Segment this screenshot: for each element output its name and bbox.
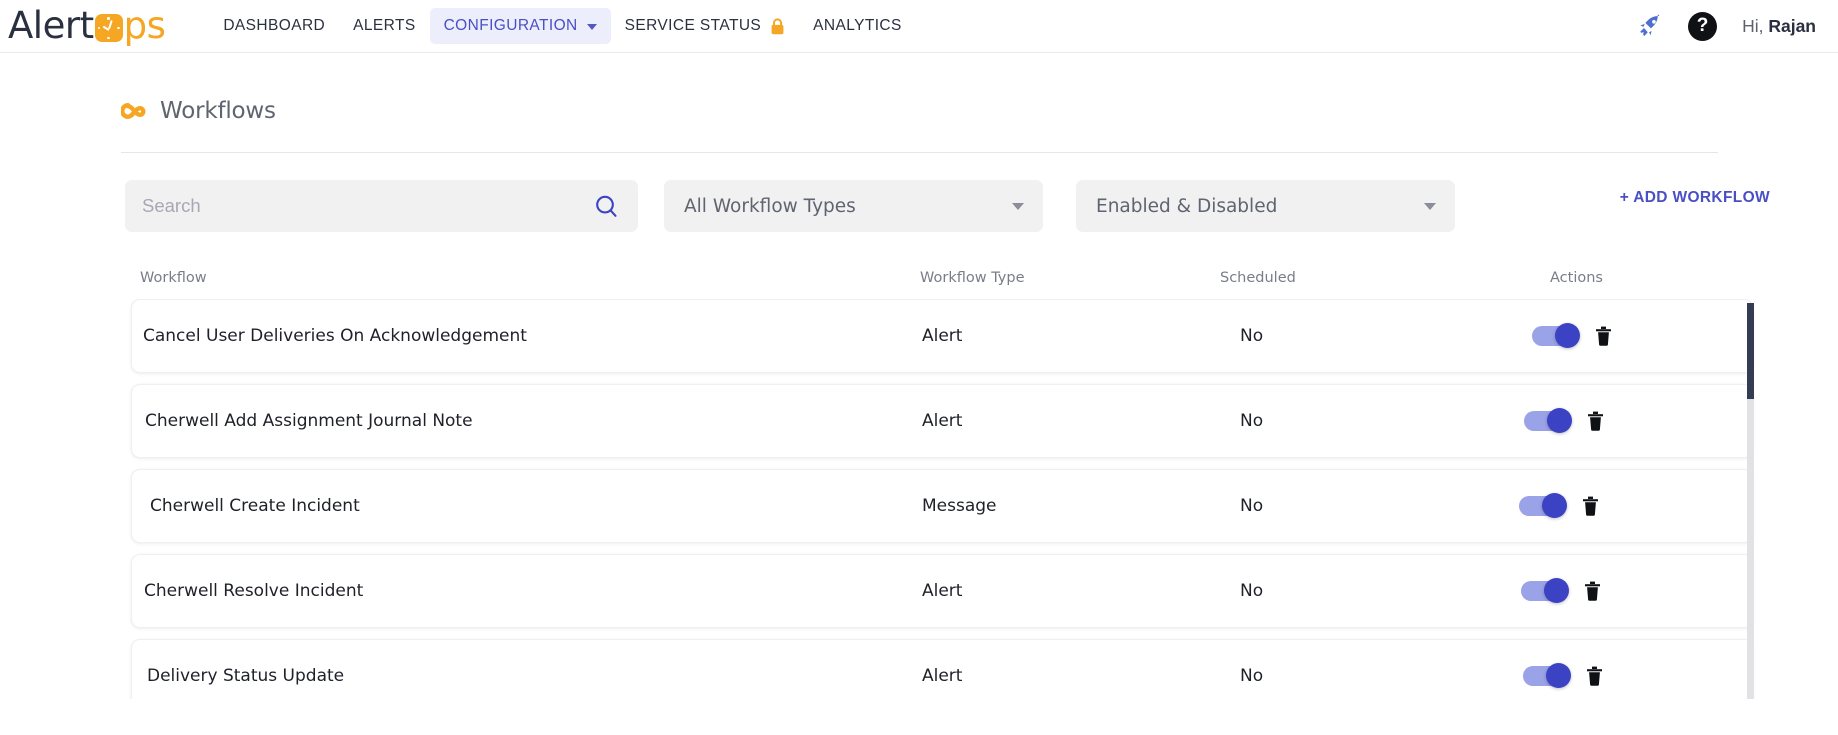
scrollbar-thumb[interactable] <box>1747 303 1754 399</box>
workflow-type-select[interactable]: All Workflow Types <box>664 180 1043 232</box>
table-column-headers: Workflow Workflow Type Scheduled Actions <box>0 232 1838 286</box>
status-select[interactable]: Enabled & Disabled <box>1076 180 1455 232</box>
enable-toggle[interactable] <box>1519 496 1565 516</box>
workflow-name: Delivery Status Update <box>147 666 344 686</box>
workflow-type-value: Alert <box>922 581 962 601</box>
page-title: Workflows <box>160 98 276 124</box>
enable-toggle[interactable] <box>1521 581 1567 601</box>
row-actions <box>1532 326 1612 346</box>
workflow-scheduled-value: No <box>1240 496 1263 516</box>
chevron-down-icon <box>587 24 597 30</box>
nav-item-label: ALERTS <box>353 17 415 35</box>
nav-item-alerts[interactable]: ALERTS <box>339 8 429 44</box>
greeting-prefix: Hi, <box>1742 16 1768 36</box>
user-name: Rajan <box>1768 16 1816 36</box>
workflow-type-select-value: All Workflow Types <box>684 196 856 217</box>
alarm-clock-icon <box>95 14 123 42</box>
enable-toggle[interactable] <box>1524 411 1570 431</box>
top-navigation-bar: Alert ps DASHBOARD ALERTS CONFIGURATION … <box>0 0 1838 53</box>
add-workflow-button[interactable]: + ADD WORKFLOW <box>1620 189 1770 207</box>
workflow-type-value: Alert <box>922 411 962 431</box>
nav-item-analytics[interactable]: ANALYTICS <box>799 8 916 44</box>
row-actions <box>1523 666 1603 686</box>
logo-text-ps: ps <box>124 6 166 46</box>
column-header-actions: Actions <box>1550 270 1690 286</box>
chevron-down-icon <box>1424 203 1436 210</box>
page-header: Workflows <box>0 53 1838 124</box>
workflows-page: Workflows All Workflow Types Enabled & D… <box>0 53 1838 735</box>
table-row[interactable]: Cancel User Deliveries On Acknowledgemen… <box>131 299 1753 373</box>
workflow-scheduled-value: No <box>1240 411 1263 431</box>
table-row[interactable]: Delivery Status Update Alert No <box>131 639 1753 699</box>
column-header-workflow-type: Workflow Type <box>920 270 1220 286</box>
workflow-rows-viewport: Cancel User Deliveries On Acknowledgemen… <box>0 299 1838 699</box>
trash-icon[interactable] <box>1587 411 1604 431</box>
workflow-type-value: Alert <box>922 666 962 686</box>
main-nav-items: DASHBOARD ALERTS CONFIGURATION SERVICE S… <box>209 8 915 44</box>
workflow-name: Cherwell Add Assignment Journal Note <box>145 411 473 431</box>
rocket-icon[interactable] <box>1636 13 1663 40</box>
nav-item-label: ANALYTICS <box>813 17 902 35</box>
rows-scrollbar[interactable] <box>1747 303 1754 699</box>
nav-item-label: DASHBOARD <box>223 17 325 35</box>
column-header-scheduled: Scheduled <box>1220 270 1550 286</box>
search-input[interactable] <box>142 195 594 217</box>
enable-toggle[interactable] <box>1532 326 1578 346</box>
nav-item-dashboard[interactable]: DASHBOARD <box>209 8 339 44</box>
search-field-wrapper[interactable] <box>125 180 638 232</box>
row-actions <box>1524 411 1604 431</box>
workflow-scheduled-value: No <box>1240 666 1263 686</box>
nav-right-actions: ? Hi, Rajan <box>1636 12 1816 41</box>
table-row[interactable]: Cherwell Resolve Incident Alert No <box>131 554 1753 628</box>
workflow-scheduled-value: No <box>1240 581 1263 601</box>
workflow-scheduled-value: No <box>1240 326 1263 346</box>
search-icon[interactable] <box>594 194 619 219</box>
filter-toolbar: All Workflow Types Enabled & Disabled + … <box>0 153 1838 232</box>
lock-icon <box>770 18 785 35</box>
column-header-workflow: Workflow <box>140 270 920 286</box>
trash-icon[interactable] <box>1582 496 1599 516</box>
chevron-down-icon <box>1012 203 1024 210</box>
workflow-type-value: Alert <box>922 326 962 346</box>
enable-toggle[interactable] <box>1523 666 1569 686</box>
workflow-name: Cancel User Deliveries On Acknowledgemen… <box>143 326 527 346</box>
row-actions <box>1519 496 1599 516</box>
logo-text-alert: Alert <box>8 6 94 46</box>
row-actions <box>1521 581 1601 601</box>
help-circle-icon[interactable]: ? <box>1688 12 1717 41</box>
nav-item-label: CONFIGURATION <box>444 17 578 35</box>
workflow-name: Cherwell Resolve Incident <box>144 581 363 601</box>
alertops-logo[interactable]: Alert ps <box>8 6 165 46</box>
workflow-type-value: Message <box>922 496 997 516</box>
trash-icon[interactable] <box>1584 581 1601 601</box>
infinity-icon <box>121 103 147 119</box>
status-select-value: Enabled & Disabled <box>1096 196 1277 217</box>
workflow-name: Cherwell Create Incident <box>150 496 360 516</box>
user-greeting[interactable]: Hi, Rajan <box>1742 16 1816 37</box>
nav-item-configuration[interactable]: CONFIGURATION <box>430 8 611 44</box>
help-glyph: ? <box>1697 15 1709 37</box>
trash-icon[interactable] <box>1595 326 1612 346</box>
nav-item-service-status[interactable]: SERVICE STATUS <box>611 8 800 44</box>
nav-item-label: SERVICE STATUS <box>625 17 762 35</box>
table-row[interactable]: Cherwell Create Incident Message No <box>131 469 1753 543</box>
trash-icon[interactable] <box>1586 666 1603 686</box>
table-row[interactable]: Cherwell Add Assignment Journal Note Ale… <box>131 384 1753 458</box>
